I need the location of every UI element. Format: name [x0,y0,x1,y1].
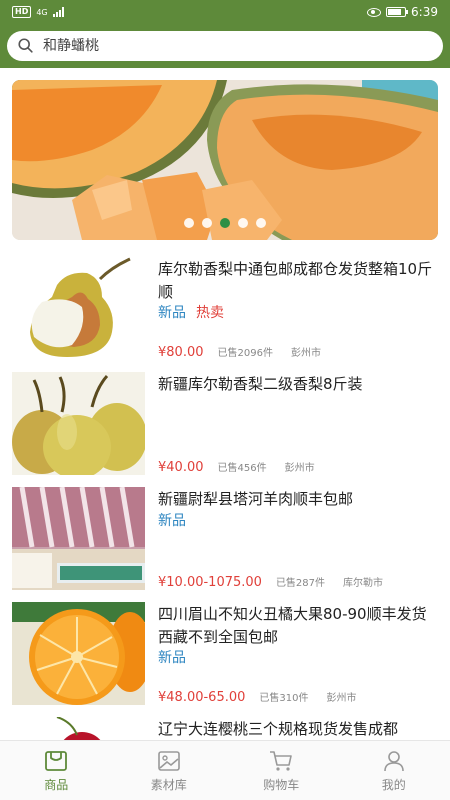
status-left: HD 4G [12,6,64,18]
app-header: HD 4G 6:39 [0,0,450,68]
nav-item-products[interactable]: 商品 [0,741,113,800]
search-icon [18,38,33,53]
product-title[interactable]: 库尔勒香梨中通包邮成都仓发货整箱10斤顺 [158,258,440,304]
nav-label-products: 商品 [44,777,69,792]
tag-new: 新品 [158,513,186,529]
product-meta: ¥40.00 已售456件 彭州市 [158,459,315,475]
product-title[interactable]: 新疆尉犁县塔河羊肉顺丰包邮 [158,488,440,511]
tag-new: 新品 [158,650,186,666]
product-location: 库尔勒市 [343,578,384,589]
cherry-image [12,717,145,740]
product-thumbnail[interactable] [12,717,145,740]
banner-dot-active[interactable] [220,218,230,228]
product-price: ¥10.00-1075.00 [158,575,262,590]
banner-pagination[interactable] [12,218,438,228]
lamb-meat-image [12,487,145,590]
search-input[interactable] [43,38,403,54]
product-item[interactable]: 辽宁大连樱桃三个规格现货发售成都 [0,715,450,740]
banner-dot[interactable] [202,218,212,228]
image-icon [157,750,180,771]
status-clock: 6:39 [411,5,438,19]
product-sold-count: 已售2096件 [217,348,273,359]
product-thumbnail[interactable] [12,602,145,705]
product-tags: 新品 [158,647,186,667]
bag-icon [45,750,68,771]
product-item[interactable]: 新疆尉犁县塔河羊肉顺丰包邮 新品 ¥10.00-1075.00 已售287件 库… [0,485,450,595]
product-title[interactable]: 辽宁大连樱桃三个规格现货发售成都 [158,718,440,740]
eye-icon [367,7,382,17]
bottom-nav: 商品 素材库 购物车 我的 [0,740,450,800]
product-price: ¥40.00 [158,460,204,475]
product-location: 彭州市 [326,693,357,704]
nav-label-materials: 素材库 [150,777,187,792]
signal-strength-icon [52,7,64,17]
product-location: 彭州市 [290,348,321,359]
nav-item-profile[interactable]: 我的 [338,741,450,800]
product-sold-count: 已售287件 [275,578,326,589]
product-title[interactable]: 新疆库尔勒香梨二级香梨8斤装 [158,373,440,396]
status-bar: HD 4G 6:39 [0,0,450,24]
banner-dot[interactable] [256,218,266,228]
banner-dot[interactable] [184,218,194,228]
orange-image [12,602,145,705]
product-meta: ¥80.00 已售2096件 彭州市 [158,344,321,360]
product-thumbnail[interactable] [12,372,145,475]
status-right: 6:39 [367,5,438,19]
product-sold-count: 已售456件 [217,463,267,474]
product-price: ¥48.00-65.00 [158,690,246,705]
signal-type-label: 4G [36,7,48,17]
product-item[interactable]: 库尔勒香梨中通包邮成都仓发货整箱10斤顺 新品 热卖 ¥80.00 已售2096… [0,255,450,365]
product-meta: ¥48.00-65.00 已售310件 彭州市 [158,689,357,705]
product-title[interactable]: 四川眉山不知火丑橘大果80-90顺丰发货西藏不到全国包邮 [158,603,440,649]
product-tags: 新品 热卖 [158,302,224,322]
nav-item-cart[interactable]: 购物车 [225,741,338,800]
product-thumbnail[interactable] [12,487,145,590]
product-location: 彭州市 [284,463,315,474]
battery-icon [386,7,409,17]
pear-image [12,372,145,475]
banner-image [12,80,438,240]
tag-hot: 热卖 [196,305,224,321]
tag-new: 新品 [158,305,186,321]
cart-icon [270,750,293,771]
product-thumbnail[interactable] [12,257,145,360]
product-sold-count: 已售310件 [259,693,309,704]
pear-image [12,257,145,360]
hd-network-badge: HD [12,6,32,18]
nav-item-materials[interactable]: 素材库 [113,741,226,800]
nav-label-profile: 我的 [381,777,406,792]
product-meta: ¥10.00-1075.00 已售287件 库尔勒市 [158,574,383,590]
user-icon [383,750,404,771]
product-price: ¥80.00 [158,345,204,360]
product-item[interactable]: 新疆库尔勒香梨二级香梨8斤装 ¥40.00 已售456件 彭州市 [0,370,450,480]
product-tags: 新品 [158,510,186,530]
nav-label-cart: 购物车 [263,777,300,792]
promo-banner[interactable] [12,80,438,240]
product-list[interactable]: 库尔勒香梨中通包邮成都仓发货整箱10斤顺 新品 热卖 ¥80.00 已售2096… [0,255,450,740]
product-item[interactable]: 四川眉山不知火丑橘大果80-90顺丰发货西藏不到全国包邮 新品 ¥48.00-6… [0,600,450,710]
banner-dot[interactable] [238,218,248,228]
search-bar[interactable] [7,31,443,61]
